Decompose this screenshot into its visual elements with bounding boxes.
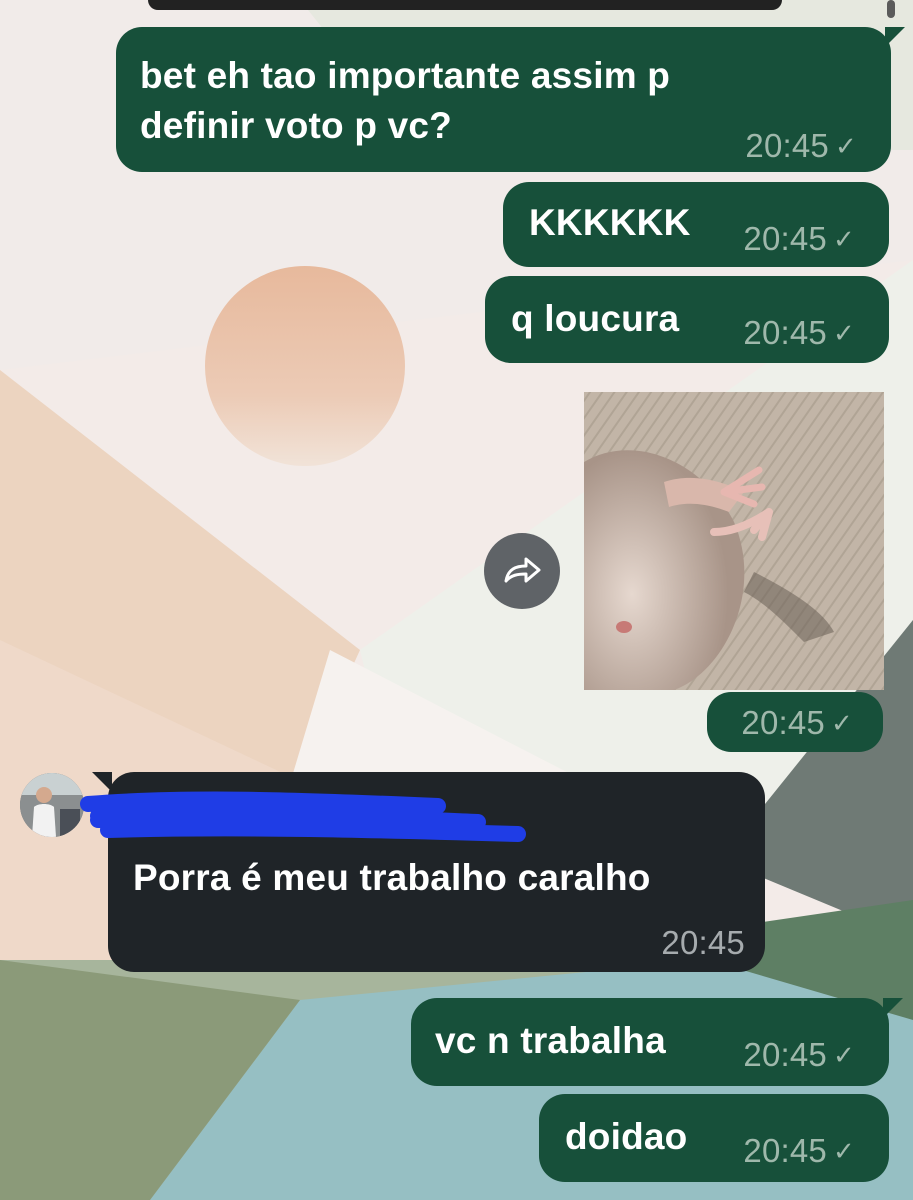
message-bubble-outgoing[interactable]: bet eh tao importante assim p definir vo… <box>116 27 905 172</box>
sun-circle <box>205 266 405 466</box>
message-text: KKKKKK <box>529 202 691 243</box>
check-icon: ✓ <box>833 318 855 348</box>
message-meta: 20:45 ✓ <box>743 220 855 258</box>
message-text: doidao <box>565 1116 688 1157</box>
message-bubble-outgoing[interactable]: KKKKKK 20:45 ✓ <box>503 182 889 267</box>
message-meta: 20:45 ✓ <box>743 1132 855 1170</box>
message-text: vc n trabalha <box>435 1020 666 1061</box>
message-time: 20:45 <box>743 1132 827 1169</box>
message-meta: 20:45 ✓ <box>741 704 853 742</box>
bubble-tail <box>883 998 903 1018</box>
message-text: Porra é meu trabalho caralho <box>133 857 651 898</box>
message-image[interactable] <box>584 392 884 690</box>
avatar[interactable] <box>20 773 84 837</box>
avatar-photo <box>20 773 84 837</box>
message-time: 20:45 <box>741 704 825 741</box>
check-icon: ✓ <box>833 1040 855 1070</box>
sender-name-redaction <box>80 791 526 842</box>
message-image-meta: 20:45 ✓ <box>707 692 883 752</box>
check-icon: ✓ <box>833 224 855 254</box>
check-icon: ✓ <box>831 708 853 738</box>
message-time: 20:45 <box>745 127 829 164</box>
message-text: q loucura <box>511 298 680 339</box>
message-text-line-2: definir voto p vc? <box>140 105 452 146</box>
message-bubble-outgoing[interactable]: q loucura 20:45 ✓ <box>485 276 889 363</box>
message-time: 20:45 <box>661 924 745 961</box>
message-meta: 20:45 ✓ <box>743 1036 855 1074</box>
message-meta: 20:45 ✓ <box>745 127 857 165</box>
message-time: 20:45 <box>743 314 827 351</box>
message-time: 20:45 <box>743 220 827 257</box>
message-bubble-incoming[interactable]: Porra é meu trabalho caralho 20:45 <box>80 772 765 972</box>
message-meta: 20:45 ✓ <box>743 314 855 352</box>
scrollbar[interactable] <box>887 0 895 18</box>
message-meta: 20:45 <box>661 924 745 962</box>
message-time: 20:45 <box>743 1036 827 1073</box>
check-icon: ✓ <box>833 1136 855 1166</box>
check-icon: ✓ <box>835 131 857 161</box>
message-text-line-1: bet eh tao importante assim p <box>140 55 671 96</box>
rat-photo <box>584 392 884 690</box>
message-bubble-outgoing[interactable]: doidao 20:45 ✓ <box>539 1094 889 1182</box>
forward-icon <box>504 557 541 583</box>
bubble-tail <box>885 27 905 47</box>
previous-message-edge <box>148 0 782 10</box>
forward-button[interactable] <box>484 533 560 609</box>
message-bubble-outgoing[interactable]: vc n trabalha 20:45 ✓ <box>411 998 903 1086</box>
